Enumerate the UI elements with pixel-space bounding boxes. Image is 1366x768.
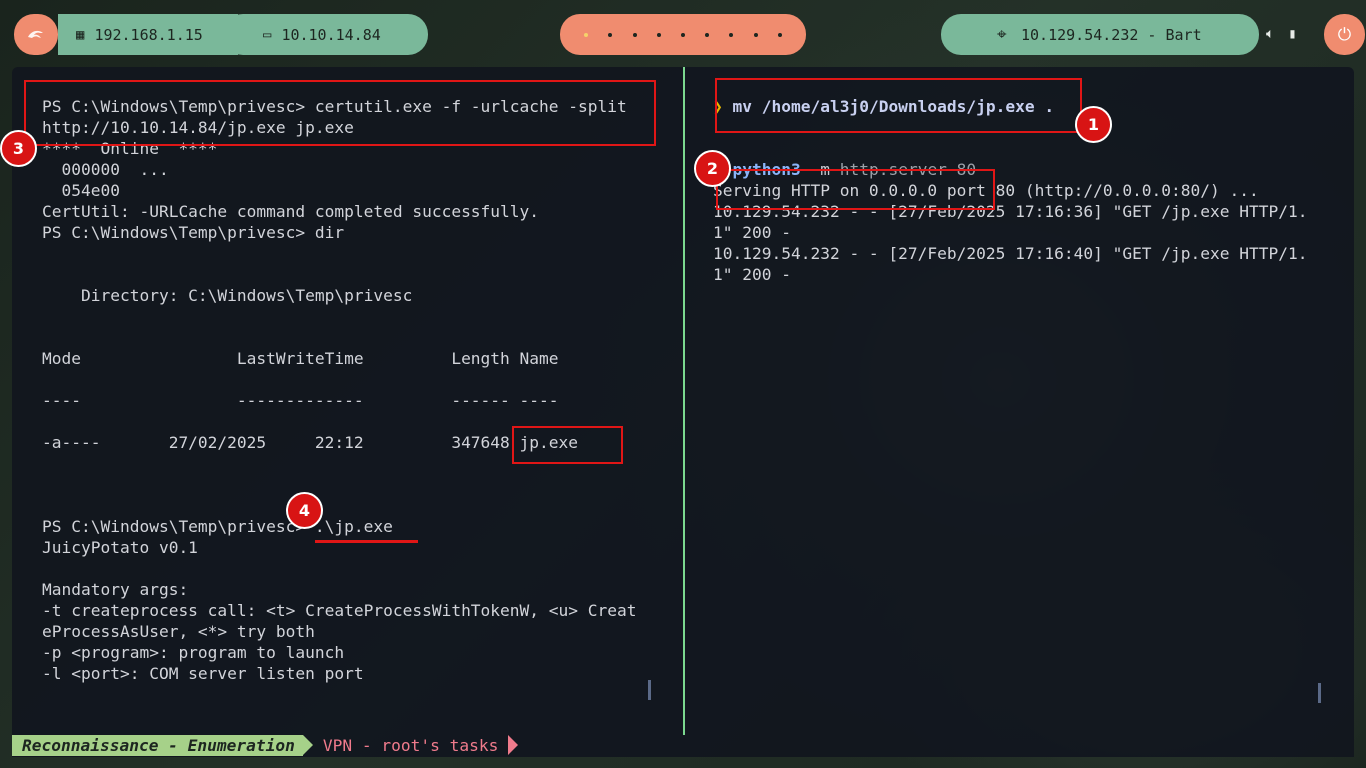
terminal-line: PS C:\Windows\Temp\privesc> dir: [42, 223, 345, 242]
workspace-dot-5[interactable]: [680, 32, 685, 37]
step-badge-4: 4: [286, 492, 323, 529]
terminal-line: Mandatory args:: [42, 580, 189, 599]
terminal-line: -l <port>: COM server listen port: [42, 664, 364, 683]
server-output-line: 10.129.54.232 - - [27/Feb/2025 17:16:40]…: [713, 244, 1308, 263]
target-text: 10.129.54.232 - Bart: [1021, 25, 1202, 44]
system-tray: 🔈︎ ▮: [1266, 26, 1297, 42]
terminal-line: eProcessAsUser, <*> try both: [42, 622, 315, 641]
terminal-line: -t createprocess call: <t> CreateProcess…: [42, 601, 637, 620]
terminal-line: ---- ------------- ------ ----: [42, 391, 559, 410]
volume-icon[interactable]: 🔈︎: [1266, 26, 1274, 42]
local-ip-text: 192.168.1.15: [94, 25, 203, 44]
terminal-line: -p <program>: program to launch: [42, 643, 345, 662]
launcher-button[interactable]: [14, 14, 58, 55]
terminal-line: Mode LastWriteTime Length Name: [42, 349, 559, 368]
highlight-http-server: [716, 169, 995, 210]
highlight-certutil-command: [24, 80, 656, 146]
target-indicator: ⌖ 10.129.54.232 - Bart: [941, 14, 1259, 55]
step-badge-3: 3: [0, 130, 37, 167]
right-scroll-marker: [1318, 683, 1321, 703]
workspace-dot-6[interactable]: [705, 32, 710, 37]
workspace-dot-1[interactable]: [584, 32, 589, 37]
step-badge-2: 2: [694, 150, 731, 187]
workspace-dot-7[interactable]: [729, 32, 734, 37]
power-icon: ⏻: [1337, 24, 1352, 45]
kali-dragon-icon: [28, 30, 43, 38]
terminal-line: CertUtil: -URLCache command completed su…: [42, 202, 540, 221]
step-badge-1: 1: [1075, 106, 1112, 143]
underline-jp-exe-run: [315, 540, 418, 543]
workspace-dot-2[interactable]: [608, 32, 613, 37]
battery-icon: ▮: [1288, 26, 1297, 42]
workspace-switcher[interactable]: [560, 14, 806, 55]
top-bar: ▦ 192.168.1.15 ▭ 10.10.14.84 ⌖ 10.129.54…: [0, 14, 1366, 56]
highlight-jp-exe-file: [512, 426, 623, 464]
window-name[interactable]: VPN - root's tasks: [313, 735, 519, 756]
local-ip-indicator: ▦ 192.168.1.15: [58, 14, 238, 55]
network-icon: ▦: [76, 26, 85, 43]
session-name[interactable]: Reconnaissance - Enumeration: [12, 735, 313, 756]
workspace-dot-9[interactable]: [777, 32, 782, 37]
terminal-line: 000000 ...: [42, 160, 169, 179]
terminal-line: PS C:\Windows\Temp\privesc> .\jp.exe: [42, 517, 393, 536]
workspace-dot-4[interactable]: [656, 32, 661, 37]
pane-divider[interactable]: [683, 67, 685, 735]
laptop-icon: ▭: [263, 26, 272, 43]
workspace-dot-8[interactable]: [753, 32, 758, 37]
left-pane[interactable]: PS C:\Windows\Temp\privesc> certutil.exe…: [42, 96, 672, 684]
tmux-status-bar: Reconnaissance - Enumeration VPN - root'…: [12, 735, 519, 756]
left-scroll-marker: [648, 680, 651, 700]
vpn-ip-text: 10.10.14.84: [281, 25, 381, 44]
vpn-ip-indicator: ▭ 10.10.14.84: [223, 14, 428, 55]
workspace-dot-3[interactable]: [632, 32, 637, 37]
crosshair-icon: ⌖: [997, 24, 1007, 45]
terminal-line: Directory: C:\Windows\Temp\privesc: [42, 286, 413, 305]
terminal-line: 054e00: [42, 181, 120, 200]
power-button[interactable]: ⏻: [1324, 14, 1365, 55]
highlight-mv-command: [715, 78, 1082, 133]
server-output-line: 1" 200 -: [713, 265, 791, 284]
server-output-line: 1" 200 -: [713, 223, 791, 242]
